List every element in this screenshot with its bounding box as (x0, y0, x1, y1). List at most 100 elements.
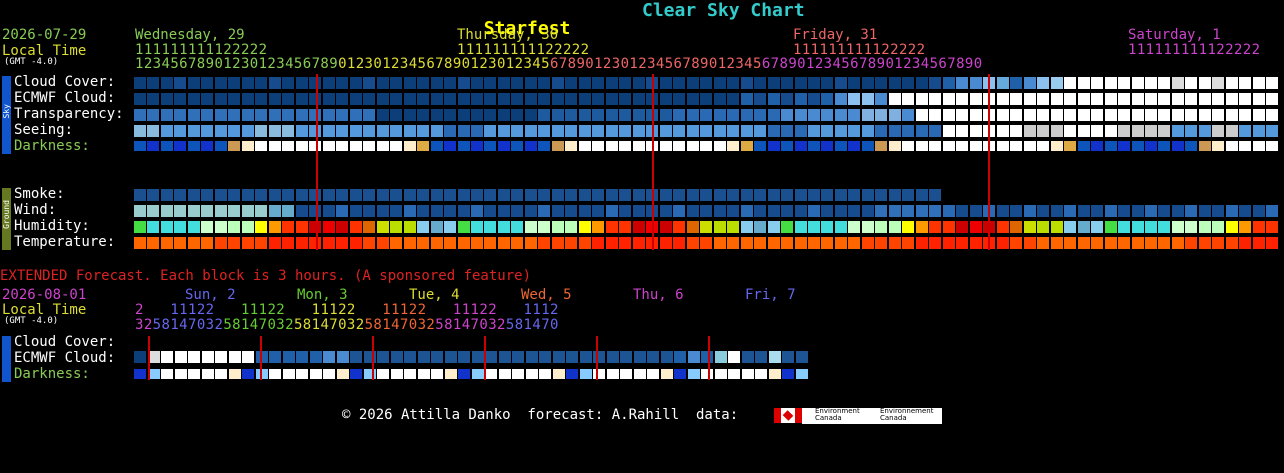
forecast-block (821, 141, 833, 151)
forecast-block (1078, 109, 1090, 121)
forecast-block (970, 93, 982, 105)
forecast-block (997, 125, 1009, 137)
forecast-block (633, 189, 645, 201)
forecast-block (498, 221, 510, 233)
forecast-block (1105, 141, 1117, 151)
forecast-block (1078, 221, 1090, 233)
forecast-block (660, 221, 672, 233)
forecast-block (1024, 77, 1036, 89)
forecast-block (660, 205, 672, 217)
forecast-block (808, 237, 820, 249)
forecast-block (1118, 221, 1130, 233)
forecast-block (404, 125, 416, 137)
forecast-block (714, 141, 726, 151)
forecast-block (1078, 141, 1090, 151)
forecast-block (174, 189, 186, 201)
forecast-block (862, 221, 874, 233)
forecast-block (215, 93, 227, 105)
forecast-block (929, 205, 941, 217)
forecast-block (350, 141, 362, 151)
forecast-block (323, 141, 335, 151)
forecast-block (552, 77, 564, 89)
forecast-block (174, 109, 186, 121)
day-label-fri: Friday, 31 (793, 27, 878, 43)
forecast-block (1078, 237, 1090, 249)
forecast-block (269, 93, 281, 105)
forecast-block (390, 77, 402, 89)
forecast-block (215, 221, 227, 233)
forecast-block (201, 237, 213, 249)
forecast-block (134, 93, 146, 105)
forecast-block (484, 237, 496, 249)
ext-hour-seg: 58147032 (152, 317, 224, 333)
forecast-block (161, 93, 173, 105)
forecast-block (821, 221, 833, 233)
forecast-block (956, 141, 968, 151)
forecast-block (1158, 93, 1170, 105)
forecast-block (714, 125, 726, 137)
extended-gmt-offset: (GMT -4.0) (4, 316, 59, 326)
forecast-block (821, 205, 833, 217)
forecast-block (565, 109, 577, 121)
forecast-block (511, 237, 523, 249)
forecast-block (835, 109, 847, 121)
ext-forecast-block (553, 369, 565, 379)
forecast-block (296, 237, 308, 249)
forecast-block (336, 109, 348, 121)
forecast-block (916, 205, 928, 217)
forecast-block (808, 109, 820, 121)
forecast-block (1199, 125, 1211, 137)
ext-day-sun: Sun, 2 (185, 287, 236, 303)
forecast-block (781, 125, 793, 137)
forecast-block (390, 189, 402, 201)
forecast-block (821, 125, 833, 137)
ext-forecast-block (499, 351, 511, 363)
forecast-block (336, 237, 348, 249)
forecast-block (363, 109, 375, 121)
forecast-block (1239, 141, 1251, 151)
forecast-block (714, 237, 726, 249)
ext-forecast-block (553, 351, 565, 363)
forecast-block (147, 77, 159, 89)
forecast-block (997, 141, 1009, 151)
forecast-block (889, 93, 901, 105)
forecast-block (255, 125, 267, 137)
ext-forecast-block (647, 351, 659, 363)
forecast-block (902, 109, 914, 121)
ext-midnight-line (148, 336, 150, 380)
forecast-block (511, 189, 523, 201)
forecast-block (660, 109, 672, 121)
forecast-block (1132, 109, 1144, 121)
forecast-block (215, 141, 227, 151)
ext-forecast-block (188, 369, 200, 379)
forecast-block (309, 125, 321, 137)
forecast-block (687, 109, 699, 121)
forecast-block (1051, 205, 1063, 217)
forecast-block (592, 77, 604, 89)
row-label-seeing: Seeing: (14, 122, 74, 138)
forecast-block (727, 125, 739, 137)
forecast-block (188, 221, 200, 233)
forecast-block (134, 205, 146, 217)
forecast-block (727, 237, 739, 249)
forecast-block (835, 189, 847, 201)
ext-forecast-block (418, 369, 430, 379)
forecast-block (633, 237, 645, 249)
forecast-block (700, 189, 712, 201)
forecast-block (1253, 141, 1265, 151)
ext-forecast-block (337, 351, 349, 363)
forecast-block (511, 77, 523, 89)
forecast-block (538, 77, 550, 89)
ext-day-mon: Mon, 3 (297, 287, 348, 303)
forecast-block (417, 125, 429, 137)
forecast-block (471, 237, 483, 249)
forecast-block (619, 141, 631, 151)
forecast-block (363, 205, 375, 217)
forecast-block (956, 77, 968, 89)
forecast-block (1105, 77, 1117, 89)
forecast-block (956, 237, 968, 249)
forecast-block (835, 237, 847, 249)
forecast-block (754, 125, 766, 137)
forecast-block (390, 125, 402, 137)
forecast-block (525, 125, 537, 137)
